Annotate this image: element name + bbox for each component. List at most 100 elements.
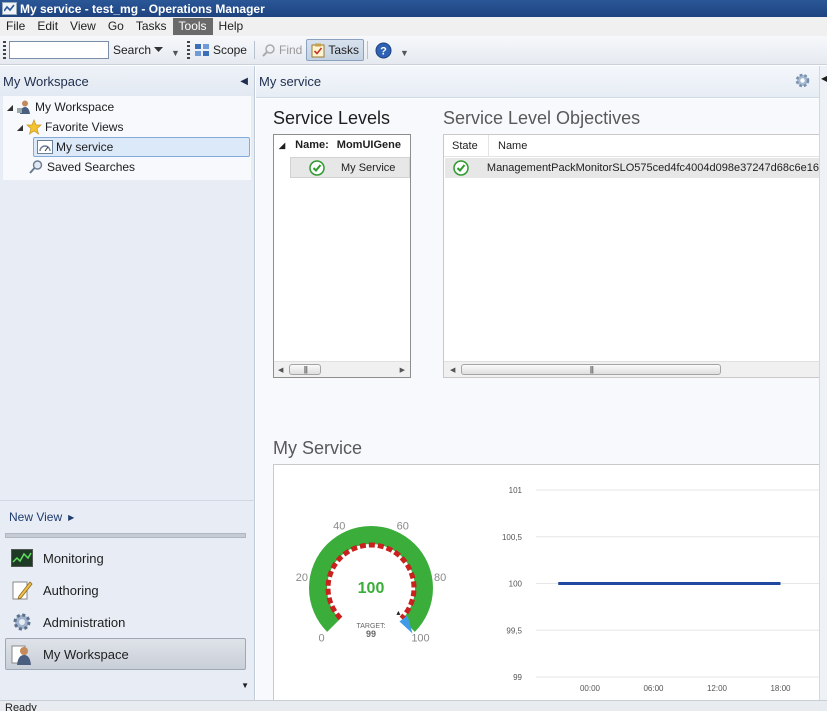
wunderbar: New View ▶ Monitoring Authoring Administ… bbox=[0, 500, 255, 700]
gauge-scale-label: 20 bbox=[296, 572, 308, 584]
find-label: Find bbox=[278, 43, 303, 57]
group-name-label: Name: bbox=[295, 139, 329, 151]
gauge-scale-label: 40 bbox=[333, 521, 345, 533]
menu-edit[interactable]: Edit bbox=[31, 18, 64, 35]
wunderbar-label: Administration bbox=[43, 614, 126, 630]
column-header-name[interactable]: Name bbox=[489, 140, 527, 152]
svg-text:?: ? bbox=[380, 45, 387, 57]
star-icon bbox=[25, 119, 43, 135]
toolbar-overflow-icon[interactable]: ▼ bbox=[171, 48, 180, 58]
search-input[interactable] bbox=[9, 41, 109, 59]
tree-item-my-workspace[interactable]: ◢ My Workspace bbox=[3, 97, 251, 117]
wunderbar-administration[interactable]: Administration bbox=[0, 606, 255, 638]
toolbar: Search ▼ Scope Find Tasks ? ▼ bbox=[0, 36, 827, 65]
slo-title: Service Level Objectives bbox=[443, 108, 641, 128]
toolbar-grip[interactable] bbox=[3, 41, 6, 59]
administration-gear-icon bbox=[10, 610, 34, 634]
service-level-name: My Service bbox=[341, 161, 396, 174]
tasks-icon bbox=[311, 43, 325, 57]
dashboard-view-icon bbox=[36, 139, 54, 155]
expand-toggle-icon[interactable]: ◢ bbox=[15, 123, 25, 132]
right-edge-strip: ◀ bbox=[819, 66, 827, 700]
tree-item-my-service[interactable]: My service bbox=[33, 137, 250, 157]
main-pane-header: My service bbox=[256, 66, 819, 98]
wunderbar-label: My Workspace bbox=[43, 646, 129, 662]
menu-file[interactable]: File bbox=[0, 18, 31, 35]
column-header-state[interactable]: State bbox=[444, 134, 489, 157]
slo-grid-header: State Name bbox=[444, 134, 819, 157]
scrollbar-thumb[interactable]: ||| bbox=[461, 364, 722, 375]
y-tick-label: 100,5 bbox=[502, 533, 523, 542]
find-icon bbox=[262, 44, 275, 57]
navigation-pane-title: My Workspace bbox=[3, 73, 89, 89]
tasks-button[interactable]: Tasks bbox=[306, 39, 365, 61]
service-levels-title: Service Levels bbox=[273, 108, 391, 128]
help-button[interactable]: ? bbox=[371, 39, 396, 61]
healthy-check-icon bbox=[309, 159, 325, 176]
gear-icon[interactable] bbox=[794, 72, 811, 92]
tasks-label: Tasks bbox=[328, 43, 360, 57]
my-service-canvas: 02040 6080100100TARGET:99 101100,510099,5… bbox=[296, 486, 820, 693]
y-tick-label: 99 bbox=[513, 673, 522, 682]
dashboard-content: Service Levels Service Level Objectives … bbox=[256, 99, 820, 711]
collapse-pane-icon[interactable]: ◀ bbox=[240, 76, 248, 87]
menu-help[interactable]: Help bbox=[213, 18, 250, 35]
operations-manager-icon bbox=[2, 2, 17, 15]
service-levels-scrollbar[interactable]: ◀ ||| ▶ bbox=[274, 361, 410, 377]
scope-icon bbox=[194, 44, 209, 56]
menu-tasks[interactable]: Tasks bbox=[130, 18, 173, 35]
wunderbar-splitter[interactable] bbox=[5, 533, 246, 538]
service-levels-group-header[interactable]: ◢ Name: MomUIGene bbox=[274, 135, 410, 155]
tree-label: My service bbox=[56, 140, 114, 154]
menu-go[interactable]: Go bbox=[102, 18, 130, 35]
title-bar: My service - test_mg - Operations Manage… bbox=[0, 0, 827, 17]
slo-scrollbar[interactable]: ◀ ||| bbox=[444, 361, 819, 377]
navigation-tree: ◢ My Workspace ◢ Favorite Views My servi… bbox=[3, 96, 251, 180]
scroll-left-icon[interactable]: ◀ bbox=[278, 366, 283, 374]
tree-label: Favorite Views bbox=[45, 120, 124, 134]
gauge-scale-label: 100 bbox=[411, 632, 429, 644]
wunderbar-label: Authoring bbox=[43, 582, 99, 598]
expand-pane-icon[interactable]: ◀ bbox=[821, 74, 827, 83]
service-levels-list: ◢ Name: MomUIGene My Service ◀ ||| ▶ bbox=[273, 134, 411, 378]
healthy-check-icon bbox=[453, 160, 470, 176]
scrollbar-thumb[interactable]: ||| bbox=[289, 364, 322, 375]
search-button[interactable]: Search bbox=[109, 39, 167, 61]
gauge-scale-label: 0 bbox=[318, 632, 324, 644]
status-bar: Ready bbox=[0, 700, 827, 711]
scroll-left-icon[interactable]: ◀ bbox=[450, 366, 455, 374]
new-view-button[interactable]: New View ▶ bbox=[0, 500, 255, 533]
wunderbar-authoring[interactable]: Authoring bbox=[0, 574, 255, 606]
y-tick-label: 101 bbox=[509, 486, 523, 495]
toolbar-overflow-icon[interactable]: ▼ bbox=[400, 48, 409, 58]
navigation-pane-header: My Workspace ◀ bbox=[0, 66, 254, 96]
search-label: Search bbox=[113, 43, 152, 57]
workspace-user-icon bbox=[15, 99, 33, 115]
slo-state-cell bbox=[445, 160, 478, 176]
tree-item-favorite-views[interactable]: ◢ Favorite Views bbox=[3, 117, 251, 137]
toolbar-separator bbox=[253, 41, 255, 59]
scope-button[interactable]: Scope bbox=[190, 39, 251, 61]
scroll-right-icon[interactable]: ▶ bbox=[400, 366, 405, 374]
find-button[interactable]: Find bbox=[258, 39, 306, 61]
monitoring-icon bbox=[10, 546, 34, 570]
menu-view[interactable]: View bbox=[64, 18, 102, 35]
slo-row[interactable]: ManagementPackMonitorSLO575ced4fc4004d09… bbox=[445, 158, 819, 178]
expand-toggle-icon[interactable]: ◢ bbox=[5, 103, 15, 112]
window-title: My service - test_mg - Operations Manage… bbox=[20, 1, 265, 16]
service-level-row[interactable]: My Service bbox=[290, 157, 410, 178]
scope-label: Scope bbox=[212, 43, 247, 57]
wunderbar-label: Monitoring bbox=[43, 550, 104, 566]
menu-tools[interactable]: Tools bbox=[172, 18, 213, 35]
collapse-group-icon[interactable]: ◢ bbox=[279, 141, 285, 150]
gauge-target-marker bbox=[396, 610, 401, 615]
configure-buttons-icon[interactable]: ▼ bbox=[0, 670, 255, 700]
y-tick-label: 100 bbox=[509, 580, 523, 589]
tree-item-saved-searches[interactable]: Saved Searches bbox=[3, 157, 251, 177]
availability-gauge: 02040 6080100100TARGET:99 bbox=[296, 521, 447, 645]
toolbar-separator bbox=[367, 41, 369, 59]
help-icon: ? bbox=[375, 42, 392, 58]
wunderbar-my-workspace[interactable]: My Workspace bbox=[5, 638, 246, 670]
chevron-down-icon bbox=[154, 47, 164, 52]
wunderbar-monitoring[interactable]: Monitoring bbox=[0, 542, 255, 574]
